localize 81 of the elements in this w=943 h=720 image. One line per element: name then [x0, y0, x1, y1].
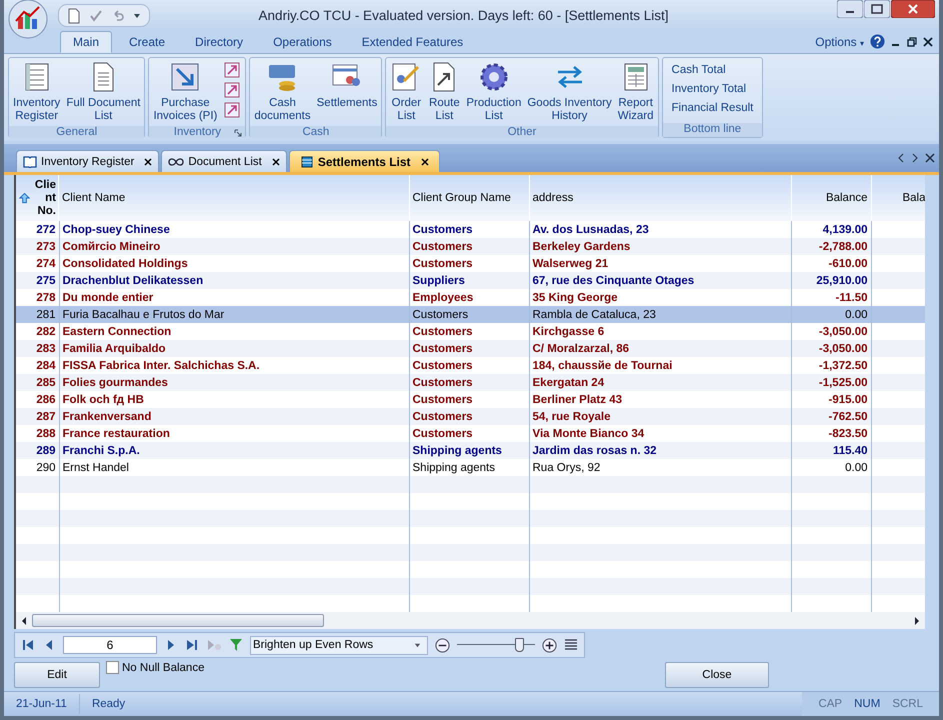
dropdown-caret-icon[interactable]	[133, 12, 141, 20]
gear-icon	[478, 61, 510, 93]
sort-up-icon[interactable]	[19, 192, 30, 204]
restore-icon[interactable]	[907, 36, 917, 46]
close-icon[interactable]	[925, 153, 935, 163]
ribbon-button[interactable]: Purchase Invoices (PI)	[150, 60, 220, 124]
key-indicator: SCRL	[892, 698, 923, 710]
window-title: Andriy.CO TCU - Evaluated version. Days left: 60 - [Settlements List]	[258, 8, 670, 23]
column-header[interactable]: Balance	[826, 192, 868, 204]
checkbox[interactable]	[106, 661, 119, 674]
column-header[interactable]: Client Name	[62, 192, 126, 204]
ribbon-button[interactable]: Settlements	[314, 60, 380, 111]
ribbon-link[interactable]: Financial Result	[670, 101, 756, 115]
table-row[interactable]: 287 Frankenversand Customers 54, rue Royale -762.50	[16, 408, 925, 425]
row-style-dropdown[interactable]: Brighten up Even Rows	[250, 636, 428, 654]
ribbon-link[interactable]: Cash Total	[670, 63, 756, 77]
table-row[interactable]: 275 Drachenblut Delikatessen Suppliers 67, rue des Cinquante Otages 25,910.00	[16, 272, 925, 289]
ribbon-tab[interactable]: Operations	[260, 31, 345, 53]
ribbon-button[interactable]: Route List	[425, 60, 464, 124]
zoom-slider[interactable]	[457, 637, 535, 653]
close-icon[interactable]	[891, 0, 935, 18]
document-tab[interactable]: Settlements List	[288, 150, 440, 172]
ribbon-tab[interactable]: Create	[116, 31, 178, 53]
document-tab[interactable]: Document List	[161, 150, 287, 172]
edit-button[interactable]: Edit	[14, 662, 100, 688]
dialog-launcher-icon[interactable]	[234, 129, 242, 137]
ribbon-button[interactable]: Inventory Register	[10, 60, 64, 124]
close-tab-icon[interactable]	[420, 158, 429, 166]
status-date: 21-Jun-11	[4, 694, 80, 714]
zoom-out-icon[interactable]	[435, 638, 450, 652]
group-title: Other	[508, 126, 536, 138]
first-record-icon[interactable]	[21, 638, 35, 652]
check-icon[interactable]	[89, 8, 103, 22]
scroll-right-icon[interactable]	[911, 153, 919, 163]
filter-icon[interactable]	[229, 638, 243, 652]
ribbon-tab[interactable]: Directory	[182, 31, 256, 53]
ribbon-button[interactable]: Full Document List	[63, 60, 144, 124]
table-row[interactable]: 281 Furia Bacalhau e Frutos do Mar Customers Rambla de Cataluca, 23 0.00	[16, 306, 925, 323]
new-document-icon[interactable]	[67, 8, 81, 24]
scroll-left-icon[interactable]	[897, 153, 905, 163]
ribbon-button[interactable]: Production List	[463, 60, 524, 124]
zoom-in-icon[interactable]	[542, 638, 557, 652]
checkbox-label: No Null Balance	[122, 662, 204, 674]
dropdown-caret-icon	[414, 642, 421, 648]
ribbon-link[interactable]: Inventory Total	[670, 82, 756, 96]
table-row[interactable]: 289 Franchi S.p.A. Shipping agents Jardim das rosas n. 32 115.40	[16, 442, 925, 459]
key-indicator: CAP	[818, 698, 842, 710]
ribbon-tab[interactable]: Main	[60, 31, 112, 53]
help-icon[interactable]	[870, 34, 885, 49]
table-row[interactable]: 283 Familia Arquibaldo Customers C/ Moralzarzal, 86 -3,050.00	[16, 340, 925, 357]
key-indicator: NUM	[854, 698, 880, 710]
record-number-field[interactable]: 6	[63, 636, 157, 654]
book-icon	[23, 156, 37, 168]
close-button[interactable]: Close	[665, 662, 769, 688]
ribbon-button[interactable]: Report Wizard	[614, 60, 657, 124]
group-title: Bottom line	[684, 123, 742, 135]
last-record-icon[interactable]	[185, 638, 199, 652]
ribbon-button[interactable]: Goods Inventory History	[524, 60, 615, 124]
minimize-icon[interactable]	[837, 0, 863, 18]
document-tab[interactable]: Inventory Register	[16, 150, 160, 172]
table-row[interactable]: 285 Folies gourmandes Customers Ekergatan 24 -1,525.00	[16, 374, 925, 391]
options-menu[interactable]: Options ▾	[815, 34, 864, 48]
close-icon[interactable]	[923, 36, 933, 46]
infinity-icon	[168, 156, 184, 166]
group-title: Cash	[302, 126, 330, 138]
group-title: General	[56, 126, 98, 138]
scroll-right-icon[interactable]	[913, 616, 921, 626]
ribbon-tab[interactable]: Extended Features	[348, 31, 476, 53]
stack-icon	[300, 154, 314, 168]
group-title: Inventory	[174, 126, 222, 138]
ribbon-button[interactable]: Order List	[387, 60, 426, 124]
close-tab-icon[interactable]	[144, 158, 152, 166]
ribbon-button[interactable]: Cash documents	[251, 60, 314, 124]
list-icon[interactable]	[564, 639, 578, 651]
table-row[interactable]: 273 Comйrcio Mineiro Customers Berkeley Gardens -2,788.00	[16, 238, 925, 255]
scrollbar-thumb[interactable]	[32, 614, 324, 627]
maximize-icon[interactable]	[864, 0, 890, 18]
scroll-left-icon[interactable]	[20, 616, 28, 626]
status-text: Ready	[90, 697, 126, 712]
column-header[interactable]: address	[532, 192, 574, 204]
close-tab-icon[interactable]	[272, 158, 280, 166]
